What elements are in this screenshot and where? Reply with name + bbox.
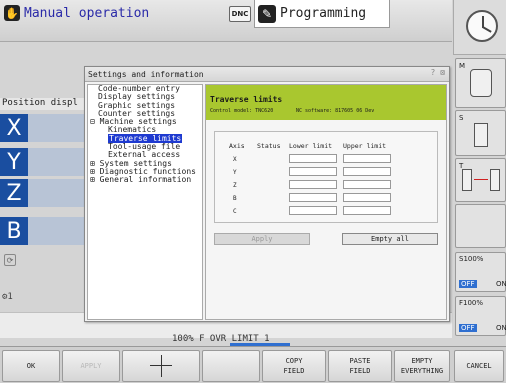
control-model: Control model: TNC620 — [210, 108, 274, 114]
softkey-bar: OK APPLY COPY FIELD PASTE FIELD EMPTY EVERY… — [0, 346, 506, 383]
lower-limit-c[interactable] — [289, 206, 337, 215]
lower-limit-z[interactable] — [289, 180, 337, 189]
row-axis-c: C — [233, 208, 237, 215]
axis-y-button[interactable]: Y — [0, 148, 86, 176]
mode-manual[interactable]: ✋ Manual operation — [4, 4, 149, 22]
empty-softkey[interactable] — [202, 350, 260, 382]
row-axis-y: Y — [233, 169, 237, 176]
detail-pane: Traverse limits Control model: TNC620 NC… — [205, 84, 447, 320]
empty-everything-softkey[interactable]: EMPTY EVERYTHING — [394, 350, 450, 382]
upper-limit-y[interactable] — [343, 167, 391, 176]
copy-field-line2: FIELD — [283, 367, 305, 375]
clock-icon — [466, 10, 498, 42]
upper-limit-b[interactable] — [343, 193, 391, 202]
clock-panel — [453, 0, 506, 55]
mode-right-label: Programming — [280, 6, 367, 21]
s100-label: S100% — [459, 255, 484, 263]
arrow-icon — [474, 179, 488, 180]
row-axis-x: X — [233, 156, 237, 163]
refresh-icon[interactable]: ⟳ — [4, 254, 16, 266]
col-status: Status — [257, 142, 281, 150]
tool-change-icon-2 — [490, 169, 500, 191]
settings-dialog: Settings and information ? ⊠ Code-number… — [84, 66, 450, 322]
empty-everything-line1: EMPTY — [411, 357, 433, 365]
feed-override[interactable]: F100% OFF ON — [455, 296, 506, 336]
axis-b-letter: B — [0, 217, 28, 245]
coolant-icon — [470, 69, 492, 97]
f-off-label: OFF — [459, 324, 477, 332]
lower-limit-x[interactable] — [289, 154, 337, 163]
col-lower: Lower limit — [289, 142, 333, 150]
axis-x-letter: X — [0, 114, 28, 142]
axis-z-button[interactable]: Z — [0, 179, 86, 207]
position-display-label: Position displ — [0, 98, 86, 110]
s-off-label: OFF — [459, 280, 477, 288]
f-on-label: ON — [496, 324, 506, 332]
cancel-softkey[interactable]: CANCEL — [454, 350, 504, 382]
paste-field-softkey[interactable]: PASTE FIELD — [328, 350, 392, 382]
col-axis: Axis — [229, 142, 245, 150]
tool-status: ⚙1 — [2, 292, 13, 302]
axis-y-letter: Y — [0, 148, 28, 176]
lower-limit-b[interactable] — [289, 193, 337, 202]
lower-limit-y[interactable] — [289, 167, 337, 176]
ok-softkey[interactable]: OK — [2, 350, 60, 382]
spindle-override[interactable]: S100% OFF ON — [455, 252, 506, 292]
top-bar: ✋ Manual operation DNC ✎ Programming — [0, 0, 452, 42]
detail-title: Traverse limits — [210, 95, 283, 104]
s-label: S — [459, 114, 464, 122]
paste-field-line2: FIELD — [349, 367, 371, 375]
close-icon[interactable]: ? ⊠ — [431, 68, 445, 77]
m-label: M — [459, 62, 466, 70]
s-on-label: ON — [496, 280, 506, 288]
empty-everything-line2: EVERYTHING — [400, 367, 444, 375]
row-axis-z: Z — [233, 182, 237, 189]
limits-table: Axis Status Lower limit Upper limit X Y … — [214, 131, 438, 223]
nc-software: NC software: 817605 06 Dev — [296, 108, 375, 114]
hand-wheel-icon: ✋ — [4, 5, 20, 21]
paste-field-line1: PASTE — [349, 357, 371, 365]
axis-b-button[interactable]: B — [0, 217, 86, 245]
copy-field-softkey[interactable]: COPY FIELD — [262, 350, 326, 382]
apply-button[interactable]: Apply — [214, 233, 310, 245]
apply-softkey[interactable]: APPLY — [62, 350, 120, 382]
f100-label: F100% — [459, 299, 484, 307]
row-axis-b: B — [233, 195, 237, 202]
empty-all-button[interactable]: Empty all — [342, 233, 438, 245]
dialog-title: Settings and information — [85, 67, 449, 82]
tool-change-icon — [462, 169, 472, 191]
settings-tree: Code-number entry Display settings Graph… — [87, 84, 203, 320]
mode-left-label: Manual operation — [24, 5, 150, 21]
upper-limit-x[interactable] — [343, 154, 391, 163]
axis-z-letter: Z — [0, 179, 28, 207]
crosshair-softkey[interactable] — [122, 350, 200, 382]
mode-programming[interactable]: ✎ Programming — [254, 0, 390, 28]
copy-field-line1: COPY — [285, 357, 303, 365]
col-upper: Upper limit — [343, 142, 387, 150]
spindle-function-s[interactable]: S — [455, 110, 506, 156]
tool-function-t[interactable]: T — [455, 158, 506, 202]
axis-x-button[interactable]: X — [0, 114, 86, 142]
tree-item-general[interactable]: ⊞ General information — [88, 176, 202, 184]
spindle-icon — [474, 123, 488, 147]
dnc-icon[interactable]: DNC — [229, 6, 251, 22]
upper-limit-c[interactable] — [343, 206, 391, 215]
detail-header: Traverse limits Control model: TNC620 NC… — [206, 85, 446, 120]
tool-status-label: 1 — [7, 292, 13, 302]
program-edit-icon: ✎ — [258, 4, 276, 23]
empty-sidebar-key[interactable] — [455, 204, 506, 248]
upper-limit-z[interactable] — [343, 180, 391, 189]
machine-function-m[interactable]: M — [455, 58, 506, 108]
crosshair-icon — [150, 355, 172, 377]
